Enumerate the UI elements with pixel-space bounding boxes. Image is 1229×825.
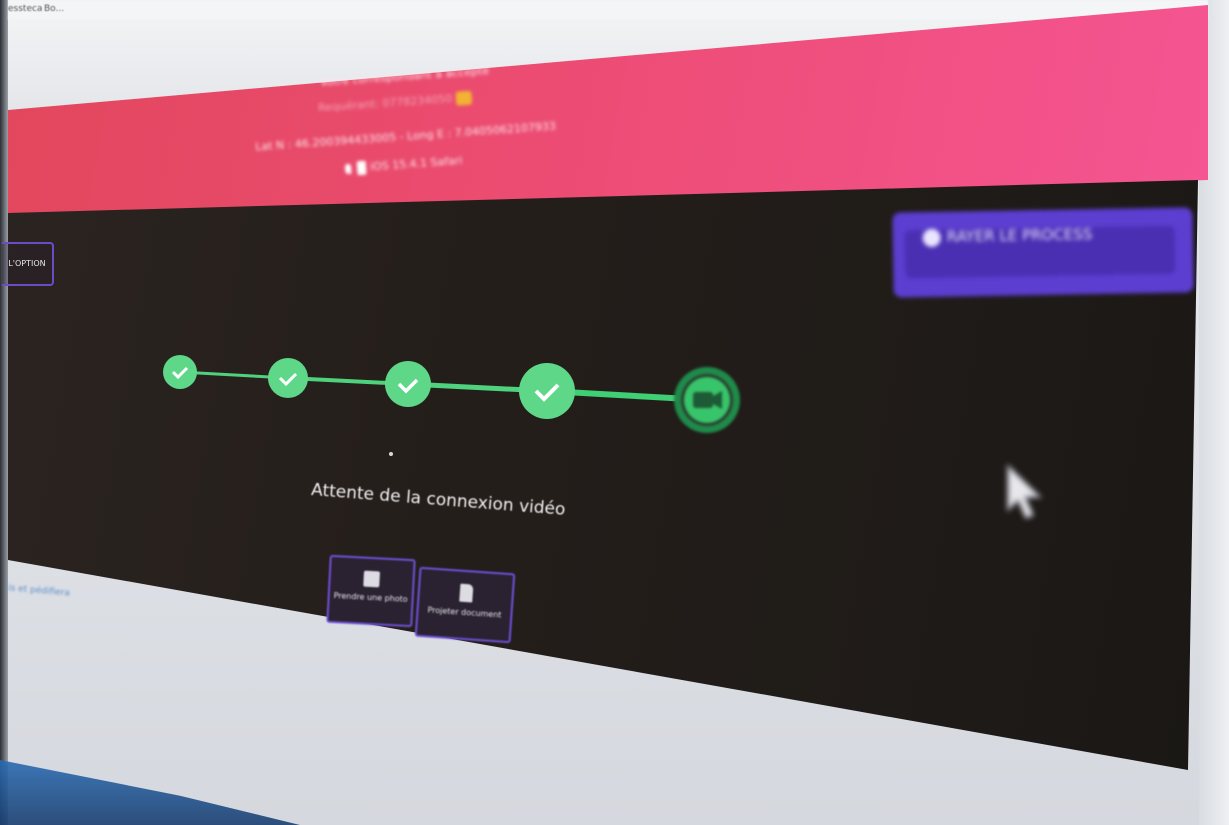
stepper-svg — [163, 355, 740, 433]
take-photo-label: Prendre une photo — [333, 591, 408, 604]
step-2 — [268, 358, 308, 398]
step-3 — [385, 361, 431, 407]
status-dot — [389, 452, 393, 456]
project-document-label: Projeter document — [427, 605, 502, 620]
step-1 — [163, 355, 197, 389]
video-camera-icon — [693, 391, 722, 409]
mouse-pointer-icon — [1007, 463, 1043, 520]
step-5-current — [674, 367, 740, 433]
document-icon — [458, 583, 473, 603]
camera-icon — [363, 570, 381, 588]
take-photo-button[interactable]: Prendre une photo — [326, 554, 416, 628]
project-document-button[interactable]: Projeter document — [414, 566, 516, 644]
step-4 — [519, 363, 575, 419]
